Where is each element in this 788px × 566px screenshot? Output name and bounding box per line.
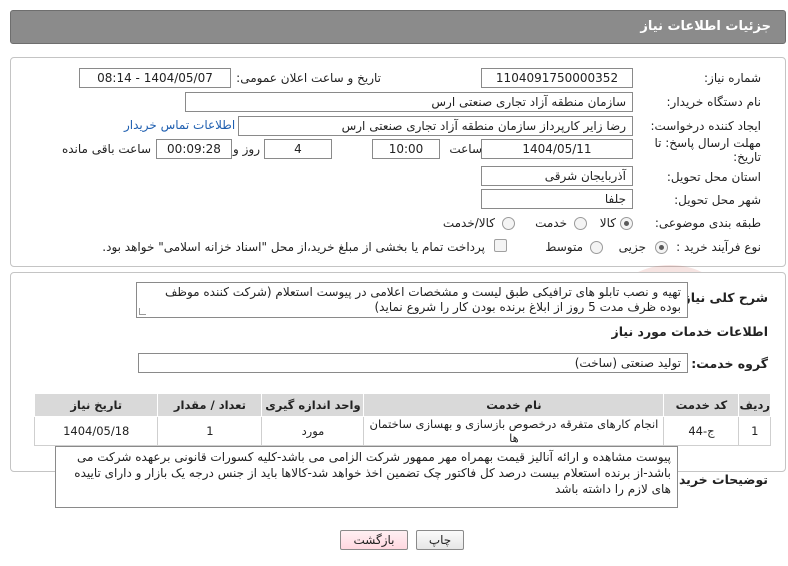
table-row: 1 ج-44 انجام کارهای متفرقه درخصوص بازساز… <box>33 416 771 446</box>
buyer-org-label: نام دستگاه خریدار: <box>666 95 762 109</box>
deadline-label-1: مهلت ارسال پاسخ: تا <box>654 136 761 150</box>
remaining-label: ساعت باقی مانده <box>61 142 151 156</box>
category-label: طبقه بندی موضوعی: <box>654 216 761 230</box>
treasury-checkbox[interactable] <box>494 239 507 252</box>
col-service-code: کد خدمت <box>663 393 740 417</box>
col-service-name: نام خدمت <box>363 393 665 417</box>
form-panel <box>10 57 786 267</box>
remaining-time-field: 00:09:28 <box>156 139 232 159</box>
print-button[interactable]: چاپ <box>416 530 464 550</box>
process-medium-label: متوسط <box>545 240 583 254</box>
category-service-radio[interactable] <box>574 217 587 230</box>
col-need-date: تاریخ نیاز <box>33 393 159 417</box>
buyer-org-field: سازمان منطقه آزاد تجاری صنعتی ارس <box>185 92 633 112</box>
page-header: جزئیات اطلاعات نیاز <box>10 10 786 44</box>
buyer-contact-link[interactable]: اطلاعات تماس خریدار <box>124 118 235 132</box>
page-title: جزئیات اطلاعات نیاز <box>640 19 771 34</box>
buyer-notes-textarea[interactable]: پیوست مشاهده و ارائه آنالیز قیمت بهمراه … <box>55 446 678 508</box>
payment-note: پرداخت تمام یا بخشی از مبلغ خرید،از محل … <box>102 240 485 254</box>
deadline-date-field: 1404/05/11 <box>481 139 633 159</box>
category-goods-label: کالا <box>599 216 616 230</box>
announce-field: 1404/05/07 - 08:14 <box>79 68 231 88</box>
cell-service-code: ج-44 <box>663 416 740 446</box>
province-label: استان محل تحویل: <box>666 170 761 184</box>
province-field: آذربایجان شرقی <box>481 166 633 186</box>
process-partial-label: جزیی <box>618 240 646 254</box>
cell-service-name: انجام کارهای متفرقه درخصوص بازسازی و بهس… <box>363 416 665 446</box>
description-textarea[interactable]: تهیه و نصب تابلو های ترافیکی طبق لیست و … <box>136 282 688 318</box>
days-label: روز و <box>233 142 260 156</box>
announce-label: تاریخ و ساعت اعلان عمومی: <box>236 71 381 85</box>
service-group-label: گروه خدمت: <box>691 356 768 371</box>
need-number-field: 1104091750000352 <box>481 68 633 88</box>
description-text: تهیه و نصب تابلو های ترافیکی طبق لیست و … <box>164 285 681 314</box>
cell-unit: مورد <box>261 416 365 446</box>
cell-quantity: 1 <box>157 416 263 446</box>
services-section-title: اطلاعات خدمات مورد نیاز <box>611 324 769 339</box>
buyer-notes-label: توضیحات خریدار: <box>662 472 768 487</box>
category-service-label: خدمت <box>535 216 567 230</box>
need-number-label: شماره نیاز: <box>704 71 761 85</box>
description-label: شرح کلی نیاز: <box>678 290 768 305</box>
cell-need-date: 1404/05/18 <box>33 416 159 446</box>
deadline-label-2: تاریخ: <box>733 150 761 164</box>
category-goods-service-label: کالا/خدمت <box>442 216 495 230</box>
requester-field: رضا زایر کارپرداز سازمان منطقه آزاد تجار… <box>238 116 633 136</box>
resize-grip-icon[interactable] <box>139 308 146 315</box>
deadline-time-field: 10:00 <box>372 139 440 159</box>
requester-label: ایجاد کننده درخواست: <box>650 119 761 133</box>
city-label: شهر محل تحویل: <box>674 193 761 207</box>
service-group-field: تولید صنعتی (ساخت) <box>138 353 688 373</box>
table-header-row: ردیف کد خدمت نام خدمت واحد اندازه گیری ت… <box>33 393 771 417</box>
cell-row: 1 <box>738 416 771 446</box>
city-field: جلفا <box>481 189 633 209</box>
buyer-notes-text: پیوست مشاهده و ارائه آنالیز قیمت بهمراه … <box>74 450 671 496</box>
col-unit: واحد اندازه گیری <box>261 393 365 417</box>
deadline-time-label: ساعت <box>449 142 482 156</box>
category-goods-service-radio[interactable] <box>502 217 515 230</box>
col-quantity: تعداد / مقدار <box>157 393 263 417</box>
services-table: ردیف کد خدمت نام خدمت واحد اندازه گیری ت… <box>33 393 771 446</box>
process-partial-radio[interactable] <box>655 241 668 254</box>
process-label: نوع فرآیند خرید : <box>676 240 761 254</box>
category-goods-radio[interactable] <box>620 217 633 230</box>
back-button[interactable]: بازگشت <box>340 530 408 550</box>
col-row: ردیف <box>738 393 771 417</box>
process-medium-radio[interactable] <box>590 241 603 254</box>
days-field: 4 <box>264 139 332 159</box>
